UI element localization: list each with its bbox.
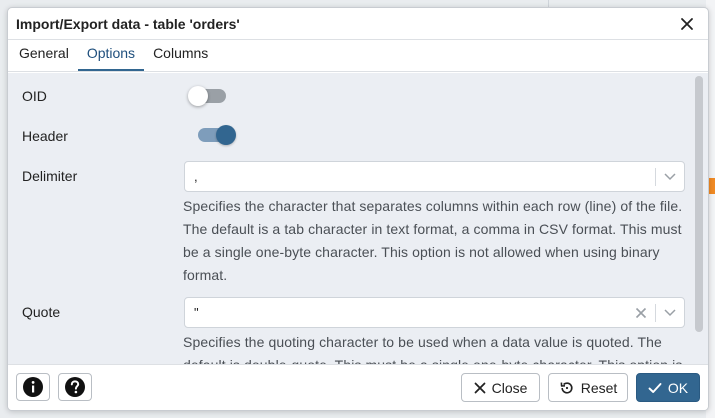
- check-icon: [648, 382, 662, 393]
- quote-label: Quote: [22, 304, 61, 320]
- reset-icon: [560, 381, 573, 394]
- tab-general[interactable]: General: [10, 39, 78, 71]
- chevron-down-icon[interactable]: [656, 308, 684, 317]
- oid-toggle[interactable]: [188, 86, 228, 106]
- background-app-marker: [708, 178, 715, 194]
- dialog-titlebar: Import/Export data - table 'orders': [8, 8, 708, 40]
- scrollbar-thumb[interactable]: [695, 76, 703, 332]
- oid-label: OID: [22, 88, 47, 104]
- close-button-label: Close: [491, 379, 528, 396]
- info-button[interactable]: [16, 373, 50, 401]
- quote-value: ": [194, 305, 199, 320]
- dialog-title: Import/Export data - table 'orders': [16, 15, 240, 32]
- header-label: Header: [22, 128, 68, 144]
- header-toggle-knob: [216, 125, 236, 145]
- ok-button-label: OK: [667, 379, 689, 396]
- delimiter-value: ,: [194, 169, 198, 184]
- options-panel: OID Header Delimiter , Specifies the cha…: [8, 73, 708, 364]
- quote-help-text: Specifies the quoting character to be us…: [183, 334, 682, 364]
- delimiter-select[interactable]: ,: [184, 161, 685, 192]
- tab-bar: General Options Columns: [8, 40, 708, 72]
- close-icon[interactable]: [676, 13, 698, 35]
- close-button[interactable]: Close: [461, 373, 540, 402]
- quote-select[interactable]: ": [184, 297, 685, 328]
- close-icon: [474, 382, 485, 393]
- question-icon: [65, 377, 85, 397]
- dialog-footer: Close Reset OK: [8, 364, 708, 410]
- info-icon: [23, 377, 43, 397]
- delimiter-label: Delimiter: [22, 168, 78, 184]
- reset-button-label: Reset: [580, 379, 618, 396]
- header-toggle[interactable]: [196, 125, 236, 145]
- delimiter-help-text: Specifies the character that separates c…: [183, 198, 683, 283]
- reset-button[interactable]: Reset: [548, 373, 628, 402]
- clear-icon[interactable]: [627, 307, 655, 319]
- chevron-down-icon[interactable]: [656, 172, 684, 181]
- oid-toggle-knob: [188, 86, 208, 106]
- help-button[interactable]: [58, 373, 92, 401]
- ok-button[interactable]: OK: [636, 373, 700, 402]
- import-export-dialog: Import/Export data - table 'orders' Gene…: [7, 7, 709, 411]
- tab-options[interactable]: Options: [77, 39, 145, 71]
- tab-columns[interactable]: Columns: [144, 39, 217, 71]
